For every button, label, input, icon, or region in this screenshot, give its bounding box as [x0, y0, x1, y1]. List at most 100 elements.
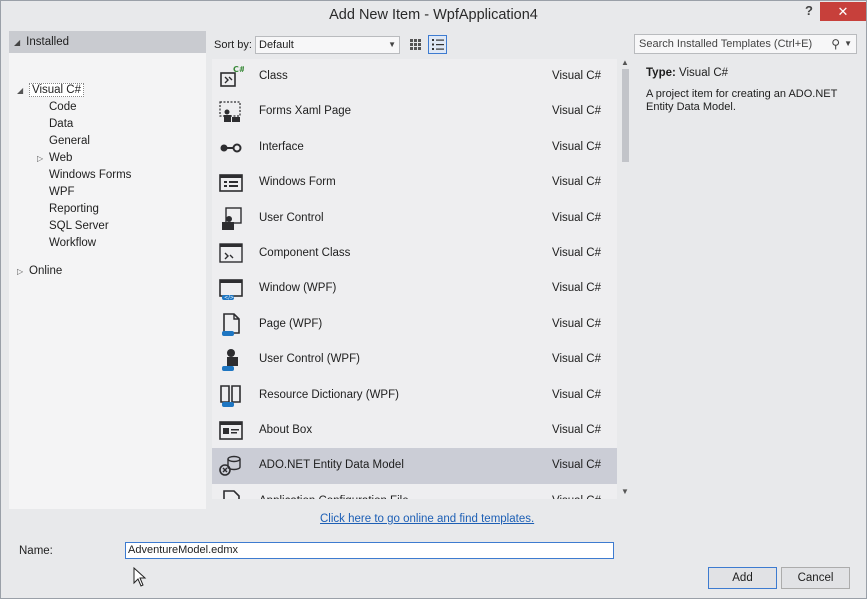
about-box-icon	[219, 421, 243, 440]
template-list-scrollbar[interactable]: ▲ ▼	[617, 58, 633, 499]
title-bar: Add New Item - WpfApplication4 ? ✕	[1, 1, 866, 29]
template-name: Forms Xaml Page	[259, 105, 352, 118]
template-item-user-control-wpf[interactable]: User Control (WPF) Visual C#	[212, 342, 618, 378]
svg-text:C#: C#	[233, 65, 244, 74]
template-item-resource-dictionary-wpf[interactable]: Resource Dictionary (WPF) Visual C#	[212, 378, 618, 414]
tree-item-label: WPF	[49, 186, 75, 198]
template-item-interface[interactable]: Interface Visual C#	[212, 130, 618, 166]
template-language: Visual C#	[552, 70, 602, 82]
template-item-about-box[interactable]: About Box Visual C#	[212, 413, 618, 449]
template-name: User Control	[259, 211, 324, 224]
template-language: Visual C#	[552, 282, 602, 295]
sort-by-value: Default	[259, 39, 294, 51]
entity-data-model-icon	[219, 456, 241, 477]
interface-icon	[220, 143, 242, 153]
tree-item-label: Web	[49, 152, 73, 164]
tree-item-online[interactable]: ▷ Online	[17, 263, 62, 280]
template-name: ADO.NET Entity Data Model	[259, 459, 404, 472]
collapse-triangle-icon: ◢	[14, 38, 21, 47]
component-class-icon	[219, 243, 243, 263]
user-control-icon	[222, 206, 242, 230]
type-label: Type:	[646, 67, 676, 79]
template-item-forms-xaml-page[interactable]: Forms Xaml Page Visual C#	[212, 94, 618, 130]
sort-by-select[interactable]: Default ▼	[255, 36, 400, 54]
tree-item-wpf[interactable]: WPF	[37, 184, 75, 201]
installed-header[interactable]: ◢ Installed	[9, 31, 206, 53]
template-name: Class	[259, 70, 288, 82]
close-button[interactable]: ✕	[820, 2, 866, 21]
template-name: User Control (WPF)	[259, 353, 360, 366]
template-language: Visual C#	[552, 140, 602, 153]
category-pane: ◢ Installed ◢ Visual C# Code Data General ▷ Web…	[9, 31, 206, 509]
template-name: Resource Dictionary (WPF)	[259, 388, 399, 401]
help-button[interactable]: ?	[799, 3, 819, 21]
template-item-ado-net-entity-data-model[interactable]: ADO.NET Entity Data Model Visual C#	[212, 448, 618, 484]
template-language: Visual C#	[552, 459, 602, 472]
tree-item-code[interactable]: Code	[37, 99, 77, 116]
template-item-page-wpf[interactable]: Page (WPF) Visual C#	[212, 307, 618, 343]
forms-xaml-page-icon	[219, 101, 241, 123]
template-language: Visual C#	[552, 388, 602, 401]
search-icon[interactable]: ⚲	[831, 35, 840, 53]
search-templates-input[interactable]: Search Installed Templates (Ctrl+E) ⚲ ▼	[634, 34, 857, 54]
template-item-component-class[interactable]: Component Class Visual C#	[212, 236, 618, 272]
template-name: About Box	[259, 424, 313, 436]
collapsed-triangle-icon: ▷	[37, 154, 44, 163]
search-options-chevron-icon[interactable]: ▼	[844, 35, 852, 53]
online-templates-link[interactable]: Click here to go online and find templat…	[320, 513, 534, 525]
template-name: Component Class	[259, 247, 351, 259]
tree-item-web[interactable]: ▷ Web	[37, 150, 72, 167]
name-field[interactable]: AdventureModel.edmx	[125, 542, 614, 559]
template-name: Interface	[259, 140, 304, 153]
template-language: Visual C#	[552, 211, 602, 224]
template-language: Visual C#	[552, 495, 601, 499]
cancel-button[interactable]: Cancel	[781, 567, 850, 589]
template-language: Visual C#	[552, 424, 602, 436]
tree-item-windows-forms[interactable]: Windows Forms	[37, 167, 131, 184]
small-icons-view-button[interactable]	[428, 35, 447, 54]
dialog-title: Add New Item - WpfApplication4	[329, 7, 538, 23]
sort-by-label: Sort by:	[214, 39, 252, 51]
template-list: C# Class Visual C# Forms Xaml Page Visual C#…	[212, 59, 633, 499]
add-new-item-dialog: Add New Item - WpfApplication4 ? ✕ ◢ Inst…	[0, 0, 867, 599]
template-item-user-control[interactable]: User Control Visual C#	[212, 201, 618, 237]
window-wpf-icon: </>	[219, 279, 243, 301]
installed-label: Installed	[26, 36, 69, 48]
tree-item-data[interactable]: Data	[37, 116, 73, 133]
user-control-wpf-icon	[222, 349, 238, 372]
page-wpf-icon	[222, 312, 240, 336]
tree-item-visual-c[interactable]: ◢ Visual C#	[17, 82, 85, 99]
template-name: Windows Form	[259, 176, 336, 189]
grid-view-icon	[410, 39, 421, 50]
tree-item-workflow[interactable]: Workflow	[37, 235, 96, 252]
template-item-window-wpf[interactable]: </> Window (WPF) Visual C#	[212, 271, 618, 307]
tree-item-label: Data	[49, 118, 74, 130]
template-language: Visual C#	[552, 247, 602, 259]
template-name: Application Configuration File	[259, 495, 409, 499]
template-item-class[interactable]: C# Class Visual C#	[212, 59, 618, 95]
tree-item-label: Windows Forms	[49, 169, 132, 181]
template-item-application-configuration-file[interactable]: Application Configuration File Visual C#	[212, 484, 618, 499]
tree-item-label: Visual C#	[29, 83, 85, 97]
tree-item-reporting[interactable]: Reporting	[37, 201, 99, 218]
config-file-icon	[223, 489, 240, 499]
svg-text:</>: </>	[224, 295, 234, 301]
list-view-icon	[432, 39, 444, 50]
scroll-up-icon[interactable]: ▲	[621, 58, 629, 67]
tree-item-label: Code	[49, 101, 77, 113]
expanded-triangle-icon: ◢	[17, 86, 24, 95]
windows-form-icon	[219, 174, 243, 192]
scroll-thumb[interactable]	[622, 69, 629, 162]
medium-icons-view-button[interactable]	[406, 35, 425, 54]
class-icon: C#	[220, 65, 244, 87]
search-placeholder: Search Installed Templates (Ctrl+E)	[639, 38, 813, 50]
tree-item-general[interactable]: General	[37, 133, 90, 150]
template-item-windows-form[interactable]: Windows Form Visual C#	[212, 165, 618, 201]
tree-item-sql-server[interactable]: SQL Server	[37, 218, 109, 235]
tree-item-label: Workflow	[49, 237, 97, 249]
template-name: Page (WPF)	[259, 317, 323, 330]
add-button[interactable]: Add	[708, 567, 777, 589]
chevron-down-icon: ▼	[388, 40, 396, 49]
scroll-down-icon[interactable]: ▼	[621, 487, 629, 496]
tree-item-label: SQL Server	[49, 220, 109, 232]
